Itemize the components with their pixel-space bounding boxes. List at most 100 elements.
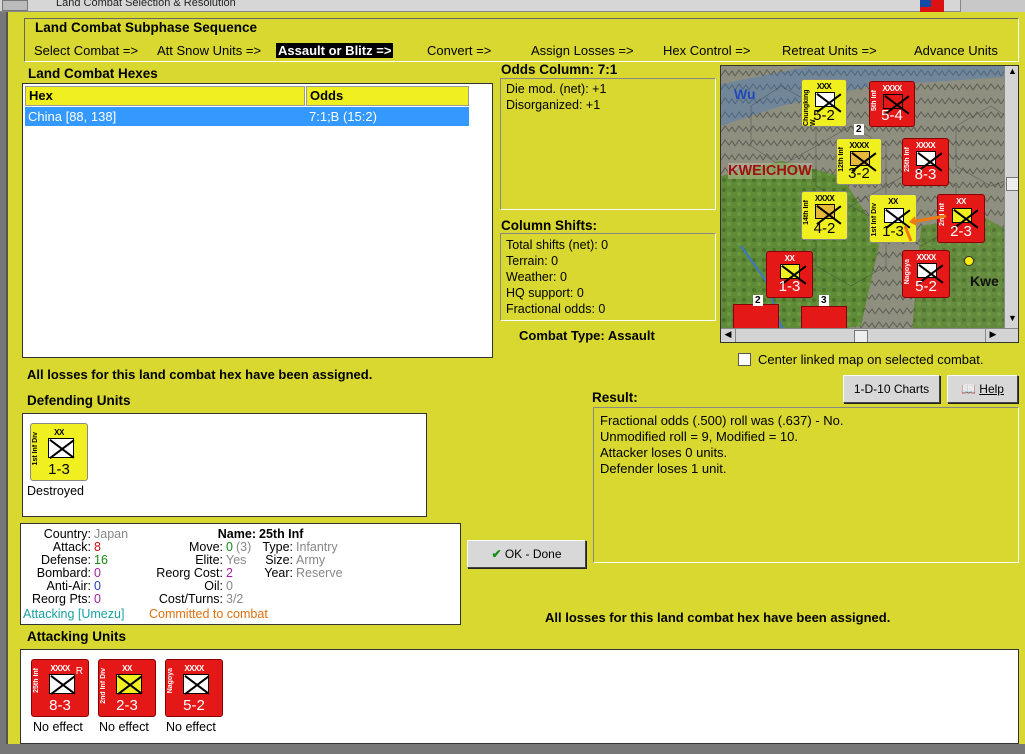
- column-header-odds[interactable]: Odds: [306, 86, 469, 106]
- scroll-thumb[interactable]: [854, 330, 868, 342]
- phase-retreat-units: Retreat Units =>: [782, 43, 877, 58]
- table-row[interactable]: China [88, 138] 7:1;B (15:2): [25, 107, 469, 126]
- map-counter[interactable]: Nagoya XXXX 5-2: [902, 250, 950, 298]
- city-marker-icon: [964, 256, 974, 266]
- attacking-unit-counter[interactable]: Nagoya XXXX 5-2: [165, 659, 223, 717]
- window-control-button[interactable]: [2, 0, 28, 11]
- map-label-kweichow: KWEICHOW: [728, 163, 812, 179]
- phase-select-combat: Select Combat =>: [34, 43, 139, 58]
- column-shifts-panel: Total shifts (net): 0 Terrain: 0 Weather…: [500, 233, 716, 321]
- linked-map[interactable]: Wu KWEICHOW Kwe Chungking W. XXX 5-2 5th I…: [720, 65, 1019, 343]
- window-titlebar: Land Combat Selection & Resolution: [0, 0, 1025, 12]
- shift-hq-support: HQ support: 0: [506, 286, 584, 300]
- year-label: Year:: [264, 566, 293, 580]
- result-line: Defender loses 1 unit.: [600, 461, 727, 476]
- checkmark-icon: ✔: [491, 547, 502, 561]
- reorg-pts-label: Reorg Pts:: [31, 592, 91, 606]
- ok-done-label: OK - Done: [504, 547, 562, 561]
- column-header-hex[interactable]: Hex: [25, 86, 305, 106]
- attacking-commander: Attacking [Umezu]: [23, 607, 125, 621]
- phase-assign-losses: Assign Losses =>: [531, 43, 634, 58]
- attacking-unit-counter[interactable]: 2nd Inf Div XX 2-3: [98, 659, 156, 717]
- die-mod-text: Die mod. (net): +1: [506, 82, 607, 96]
- map-counter[interactable]: XX 1-3: [766, 251, 813, 298]
- attacking-units-list: 25th Inf XXXX R 8-3 No effect 2nd Inf Div XX…: [20, 649, 1019, 744]
- map-horizontal-scrollbar[interactable]: ◀ ▶: [721, 328, 1018, 342]
- infantry-symbol-icon: [815, 92, 835, 107]
- phase-advance-units: Advance Units: [914, 43, 998, 58]
- infantry-symbol-icon: [48, 438, 74, 458]
- map-vertical-scrollbar[interactable]: ▲ ▼: [1004, 66, 1018, 328]
- reorg-pts-value: 0: [94, 592, 101, 606]
- help-button-label: Help: [979, 382, 1004, 396]
- attacking-unit-counter[interactable]: 25th Inf XXXX R 8-3: [31, 659, 89, 717]
- phase-att-snow-units: Att Snow Units =>: [157, 43, 262, 58]
- left-frame: [0, 12, 8, 754]
- map-label-kwe: Kwe: [970, 273, 999, 289]
- shift-total: Total shifts (net): 0: [506, 238, 609, 252]
- scroll-thumb[interactable]: [1006, 177, 1018, 191]
- combat-hexes-title: Land Combat Hexes: [28, 66, 158, 81]
- phase-hex-control: Hex Control =>: [663, 43, 751, 58]
- odds-cell: 7:1;B (15:2): [309, 109, 377, 124]
- losses-assigned-message: All losses for this land combat hex have…: [27, 367, 373, 382]
- map-counter[interactable]: 25th Inf XXXX 8-3: [902, 138, 949, 186]
- map-counter[interactable]: 12th Inf XXXX 3-2: [836, 138, 882, 185]
- charts-button-label: 1-D-10 Charts: [853, 382, 930, 396]
- year-value: Reserve: [296, 566, 343, 580]
- map-counter[interactable]: Chungking W. XXX 5-2: [801, 79, 847, 127]
- scroll-left-icon[interactable]: ◀: [721, 329, 736, 342]
- defending-unit-counter[interactable]: 1st Inf Div XX 1-3: [30, 423, 88, 481]
- attacking-unit-status: No effect: [166, 720, 216, 734]
- result-title: Result:: [592, 390, 638, 405]
- stack-count-badge: 3: [819, 295, 829, 306]
- window-controls[interactable]: [960, 0, 1025, 12]
- scroll-right-icon[interactable]: ▶: [985, 329, 1000, 342]
- attacking-unit-status: No effect: [33, 720, 83, 734]
- attack-arrow-icon: [903, 214, 947, 242]
- subphase-title: Land Combat Subphase Sequence: [35, 20, 258, 35]
- book-icon: 📖: [961, 382, 976, 396]
- map-label-wu: Wu: [734, 86, 756, 102]
- scroll-down-icon[interactable]: ▼: [1005, 313, 1018, 328]
- unit-info-panel: Country: Japan Attack: 8 Defense: 16 Bom…: [20, 523, 461, 625]
- infantry-symbol-icon: [49, 674, 75, 694]
- charts-button[interactable]: 1-D-10 Charts: [843, 375, 940, 403]
- shift-terrain: Terrain: 0: [506, 254, 559, 268]
- combat-hexes-list: Hex Odds China [88, 138] 7:1;B (15:2): [22, 83, 493, 358]
- center-linked-map-checkbox[interactable]: [738, 353, 751, 366]
- bottom-frame: [0, 744, 1025, 754]
- scroll-up-icon[interactable]: ▲: [1005, 66, 1018, 81]
- window-title: Land Combat Selection & Resolution: [56, 0, 236, 9]
- hex-cell: China [88, 138]: [28, 109, 117, 124]
- infantry-symbol-icon: [917, 263, 937, 278]
- cost-turns-value: 3/2: [226, 592, 244, 606]
- stack-count-badge: 2: [753, 295, 763, 306]
- defending-units-list: 1st Inf Div XX 1-3 Destroyed: [22, 413, 427, 517]
- odds-panel: Die mod. (net): +1 Disorganized: +1: [500, 78, 716, 210]
- disorganized-text: Disorganized: +1: [506, 98, 601, 112]
- map-counter[interactable]: 5th Inf XXXX 5-4: [869, 81, 915, 127]
- infantry-symbol-icon: [780, 264, 800, 279]
- combat-type: Combat Type: Assault: [519, 328, 655, 343]
- result-line: Attacker loses 0 units.: [600, 445, 728, 460]
- phase-assault-or-blitz: Assault or Blitz =>: [276, 43, 394, 58]
- ok-done-button[interactable]: ✔ OK - Done: [467, 540, 586, 568]
- map-counter[interactable]: 14th Inf XXXX 4-2: [801, 191, 848, 240]
- odds-column-title: Odds Column: 7:1: [501, 62, 618, 77]
- attacking-unit-status: No effect: [99, 720, 149, 734]
- cost-turns-label: Cost/Turns:: [158, 592, 223, 606]
- infantry-symbol-icon: [183, 674, 209, 694]
- stack-count-badge: 2: [854, 124, 864, 135]
- help-button[interactable]: 📖 Help: [947, 375, 1018, 403]
- result-panel: Fractional odds (.500) roll was (.637) -…: [593, 407, 1019, 563]
- infantry-symbol-icon: [916, 151, 936, 166]
- center-linked-map-label: Center linked map on selected combat.: [758, 352, 984, 367]
- losses-assigned-message-2: All losses for this land combat hex have…: [545, 610, 891, 625]
- infantry-symbol-icon: [952, 208, 972, 223]
- result-line: Unmodified roll = 9, Modified = 10.: [600, 429, 798, 444]
- result-line: Fractional odds (.500) roll was (.637) -…: [600, 413, 844, 428]
- defending-unit-status: Destroyed: [27, 484, 84, 498]
- column-shifts-title: Column Shifts:: [501, 218, 597, 233]
- infantry-symbol-icon: [850, 151, 870, 166]
